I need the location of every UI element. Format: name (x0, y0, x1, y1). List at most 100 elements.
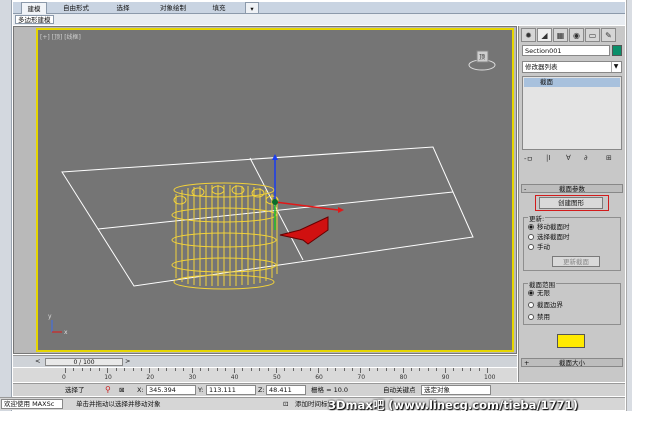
track-bar-tick-label: 30 (188, 374, 197, 381)
radio-select-section[interactable]: 选择截面时 (528, 233, 570, 242)
track-bar-tick (335, 368, 337, 371)
track-bar-tick (216, 368, 218, 371)
object-color-swatch[interactable] (612, 45, 622, 56)
time-slider[interactable]: 0 / 100 (45, 358, 123, 366)
track-bar-tick (478, 368, 480, 371)
make-unique-icon[interactable]: ∀ (566, 154, 571, 162)
window-bottom-strip (0, 411, 632, 424)
track-bar-tick (444, 368, 446, 373)
section-size-title: 截面大小 (559, 359, 585, 367)
modifier-list-dropdown[interactable]: 修改器列表 ▼ (522, 61, 622, 73)
show-end-result-icon[interactable]: |I (546, 154, 550, 162)
radio-move-section[interactable]: 移动截面时 (528, 223, 570, 232)
z-label: Z: (258, 386, 265, 394)
radio-section-boundary[interactable]: 截面边界 (528, 301, 563, 310)
section-range-group: 截面范围 无限 截面边界 禁用 (523, 279, 621, 325)
next-frame-icon[interactable]: > (125, 356, 130, 366)
track-bar-tick (461, 368, 463, 371)
update-group: 更新: 移动截面时 选择截面时 手动 更新截面 (523, 213, 621, 271)
track-bar-tick (157, 368, 159, 371)
track-bar-tick (208, 368, 210, 371)
track-bar-tick (487, 368, 488, 373)
update-section-button[interactable]: 更新截面 (552, 256, 600, 267)
track-bar-tick (65, 368, 66, 373)
track-bar-tick (90, 368, 92, 371)
command-panel: ✹ ◢ ▦ ◉ ▭ ✎ Section001 修改器列表 ▼ 截面 -ㅁ |I … (518, 26, 625, 382)
x-label: X: (137, 386, 144, 394)
viewcube-icon[interactable]: 顶 (468, 48, 496, 72)
track-bar-tick (284, 368, 286, 371)
track-bar-tick (98, 368, 100, 371)
radio-manual-label: 手动 (537, 243, 550, 251)
track-bar-tick (259, 368, 261, 371)
track-bar-tick (301, 368, 303, 371)
utilities-icon[interactable]: ✎ (601, 28, 616, 42)
track-bar-tick (166, 368, 168, 371)
section-size-rollout[interactable]: + 截面大小 (521, 358, 623, 367)
tab-freeform[interactable]: 自由形式 (57, 2, 95, 14)
track-bar-tick (174, 368, 176, 371)
auto-key-button[interactable]: 自动关键点 (383, 385, 416, 395)
selection-set-dropdown[interactable]: 选定对象 (421, 385, 491, 395)
track-bar-tick (453, 368, 455, 371)
tab-object-paint[interactable]: 对象绘制 (151, 2, 195, 14)
track-bar[interactable]: 0 10 20 30 40 50 60 70 80 90 100 (13, 368, 517, 382)
section-params-rollout[interactable]: - 截面参数 (521, 184, 623, 193)
absolute-mode-icon[interactable]: ⊠ (119, 385, 124, 395)
radio-move-section-label: 移动截面时 (537, 223, 570, 231)
time-slider-bar: < 0 / 100 > (13, 355, 517, 367)
maxscript-listener[interactable]: 欢迎使用 MAXSc (1, 399, 63, 409)
track-bar-tick-label: 80 (399, 374, 408, 381)
configure-sets-icon[interactable]: ⊞ (606, 154, 612, 162)
modify-icon[interactable]: ◢ (537, 28, 552, 42)
track-bar-tick (225, 368, 227, 371)
remove-modifier-icon[interactable]: ∂ (584, 154, 588, 162)
app-window: 建模 自由形式 选择 对象绘制 填充 ▾ 多边形建模 [+] [顶] [线框] (0, 0, 632, 424)
track-bar-tick (140, 368, 142, 371)
x-coordinate-field[interactable]: 345.394 (146, 385, 196, 395)
create-icon[interactable]: ✹ (521, 28, 536, 42)
track-bar-tick (73, 368, 75, 371)
track-bar-tick (385, 368, 387, 371)
radio-infinite-label: 无限 (537, 289, 550, 297)
track-bar-tick (343, 368, 345, 371)
window-right-edge (626, 0, 632, 424)
track-bar-tick-label: 40 (230, 374, 239, 381)
display-icon[interactable]: ▭ (585, 28, 600, 42)
object-name-field[interactable]: Section001 (522, 45, 610, 56)
y-label: Y: (198, 386, 204, 394)
expand-icon: + (524, 359, 530, 367)
track-bar-tick-label: 0 (62, 374, 66, 381)
track-bar-tick (436, 368, 438, 371)
section-color-swatch[interactable] (557, 334, 585, 348)
polygon-modeling-panel[interactable]: 多边形建模 (15, 15, 54, 24)
radio-disable-label: 禁用 (537, 313, 550, 321)
track-bar-tick (276, 368, 277, 373)
grid-size-label: 栅格 = 10.0 (311, 386, 349, 394)
y-coordinate-field[interactable]: 113.111 (206, 385, 256, 395)
time-tag-icon[interactable]: ⊡ (283, 399, 288, 409)
z-coordinate-field[interactable]: 48.411 (266, 385, 306, 395)
motion-icon[interactable]: ◉ (569, 28, 584, 42)
lock-selection-icon[interactable]: ⚲ (105, 385, 111, 395)
track-bar-tick-label: 20 (146, 374, 155, 381)
create-shape-button[interactable]: 创建图形 (539, 197, 603, 209)
ribbon-dropdown-button[interactable]: ▾ (245, 2, 259, 14)
chevron-down-icon: ▼ (611, 62, 620, 72)
tab-modeling[interactable]: 建模 (21, 2, 47, 14)
tab-populate[interactable]: 填充 (205, 2, 233, 14)
status-bar-coordinates: 选择了 ⚲ ⊠ X: 345.394 Y: 113.111 Z: 48.411 … (13, 383, 625, 396)
radio-infinite[interactable]: 无限 (528, 289, 550, 298)
radio-disable[interactable]: 禁用 (528, 313, 550, 322)
prev-frame-icon[interactable]: < (35, 356, 40, 366)
hierarchy-icon[interactable]: ▦ (553, 28, 568, 42)
viewport-top[interactable]: [+] [顶] [线框] y x 顶 (36, 28, 514, 352)
track-bar-tick-label: 100 (484, 374, 496, 381)
track-bar-tick (115, 368, 117, 371)
tab-selection[interactable]: 选择 (109, 2, 137, 14)
command-panel-tabs: ✹ ◢ ▦ ◉ ▭ ✎ (521, 28, 623, 42)
track-bar-tick (402, 368, 404, 373)
pin-stack-icon[interactable]: -ㅁ (524, 154, 533, 164)
stack-item-section[interactable]: 截面 (524, 78, 620, 87)
radio-manual[interactable]: 手动 (528, 243, 550, 252)
